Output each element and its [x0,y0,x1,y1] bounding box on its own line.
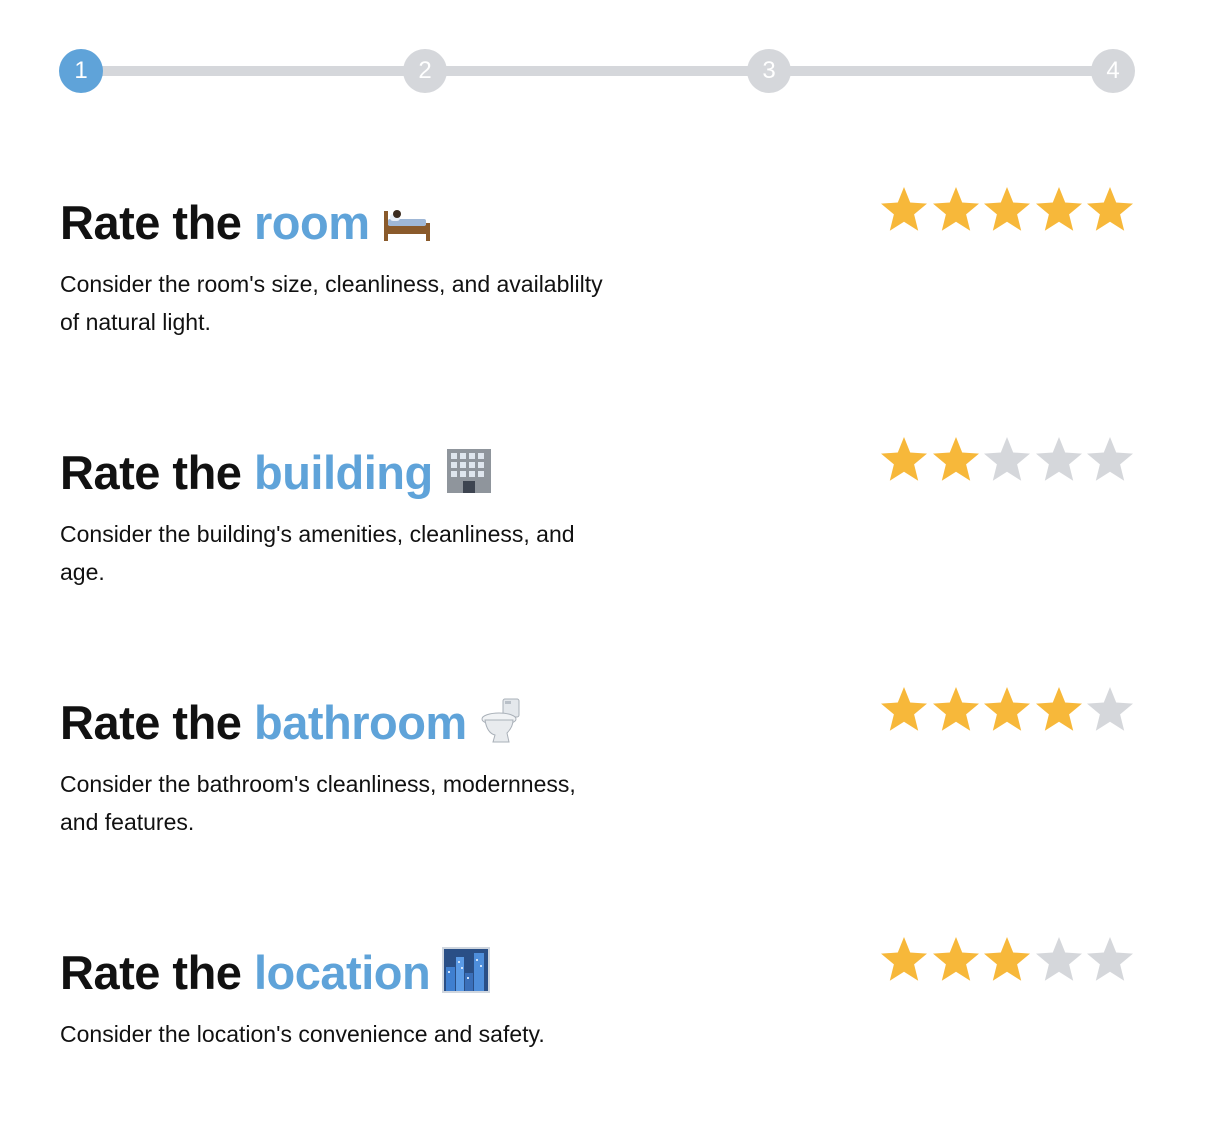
star-filled-icon[interactable] [931,935,981,985]
title-prefix: Rate the [60,446,242,499]
star-filled-icon[interactable] [1034,185,1084,235]
star-filled-icon[interactable] [879,935,929,985]
star-rating[interactable] [878,685,1136,741]
star-rating[interactable] [878,185,1136,241]
star-filled-icon[interactable] [931,435,981,485]
toilet-icon [479,697,523,755]
title-highlight: room [254,196,370,249]
star-filled-icon[interactable] [879,185,929,235]
star-empty-icon[interactable] [1085,435,1135,485]
star-filled-icon[interactable] [931,685,981,735]
star-empty-icon[interactable] [1085,685,1135,735]
title-prefix: Rate the [60,696,242,749]
star-empty-icon[interactable] [1034,435,1084,485]
star-filled-icon[interactable] [982,935,1032,985]
star-empty-icon[interactable] [1085,935,1135,985]
section-description: Consider the location's convenience and … [60,1021,545,1047]
star-filled-icon[interactable] [982,185,1032,235]
cityscape-icon [442,947,491,1005]
star-filled-icon[interactable] [879,685,929,735]
star-rating[interactable] [878,435,1136,491]
star-filled-icon[interactable] [1034,685,1084,735]
star-filled-icon[interactable] [1085,185,1135,235]
bed-icon [382,199,432,255]
step-1[interactable]: 1 [59,49,103,93]
step-3[interactable]: 3 [747,49,791,93]
title-prefix: Rate the [60,196,242,249]
star-empty-icon[interactable] [982,435,1032,485]
section-description: Consider the building's amenities, clean… [60,521,575,585]
title-prefix: Rate the [60,946,242,999]
section-description: Consider the bathroom's cleanliness, mod… [60,771,576,835]
star-filled-icon[interactable] [982,685,1032,735]
title-highlight: bathroom [254,696,467,749]
title-highlight: building [254,446,433,499]
step-4[interactable]: 4 [1091,49,1135,93]
title-highlight: location [254,946,431,999]
rating-section-location: Rate the location Consider the location'… [60,937,1135,1053]
rating-section-room: Rate the room Consider the room's size, … [60,187,1135,341]
progress-stepper: 1 2 3 4 [59,49,1135,93]
rating-section-building: Rate the building Consider the building'… [60,437,1135,591]
step-2[interactable]: 2 [403,49,447,93]
rating-section-bathroom: Rate the bathroom Consider the bathroom'… [60,687,1135,841]
stepper-track [81,66,1113,76]
star-rating[interactable] [878,935,1136,991]
star-filled-icon[interactable] [931,185,981,235]
star-empty-icon[interactable] [1034,935,1084,985]
office-building-icon [445,447,493,505]
section-description: Consider the room's size, cleanliness, a… [60,271,603,335]
star-filled-icon[interactable] [879,435,929,485]
